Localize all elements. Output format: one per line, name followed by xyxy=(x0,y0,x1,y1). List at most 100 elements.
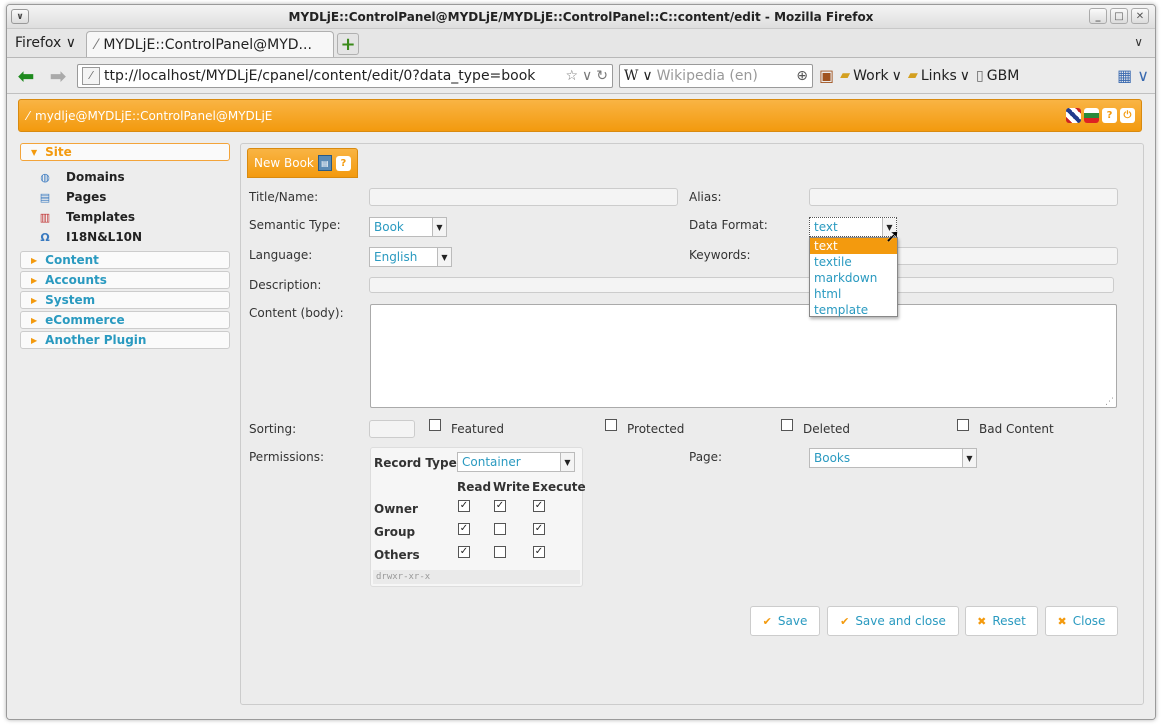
bookmark-star-icon[interactable]: ☆ xyxy=(565,68,578,84)
sidebar: ▼ Site ◍ Domains ▤ Pages ▥ Templates Ω I… xyxy=(20,143,230,351)
search-bar[interactable]: W ∨ Wikipedia (en) ⊕ xyxy=(619,63,813,88)
language-select[interactable]: English ▼ xyxy=(369,247,452,267)
app-header-title: mydlje@MYDLjE::ControlPanel@MYDLjE xyxy=(35,108,273,123)
group-row-label: Group xyxy=(374,525,416,539)
logout-icon[interactable]: ⏻ xyxy=(1120,108,1135,123)
search-go-icon[interactable]: ⊕ xyxy=(796,68,808,84)
x-icon: ✖ xyxy=(1057,614,1067,628)
edit-form: Title/Name: Alias: Semantic Type: Book ▼… xyxy=(244,164,1126,640)
resize-grip-icon[interactable]: ⋰ xyxy=(1105,397,1114,407)
bookmark-work[interactable]: ▰ Work ∨ xyxy=(840,68,902,84)
featured-checkbox[interactable] xyxy=(429,419,441,431)
data-format-dropdown: text textile markdown html template xyxy=(809,237,898,317)
owner-execute-checkbox[interactable]: ✓ xyxy=(533,500,545,512)
expanded-triangle-icon: ▼ xyxy=(31,147,38,157)
description-input[interactable] xyxy=(369,277,1114,293)
collapsed-triangle-icon: ▶ xyxy=(31,315,38,325)
page-label: Page: xyxy=(689,450,723,464)
maximize-button[interactable]: □ xyxy=(1110,8,1128,24)
write-column-header: Write xyxy=(493,480,530,494)
bookmark-links[interactable]: ▰ Links ∨ xyxy=(908,68,970,84)
sidebar-item-pages[interactable]: ▤ Pages xyxy=(38,187,230,207)
sidebar-section-ecommerce[interactable]: ▶ eCommerce xyxy=(20,311,230,329)
close-window-button[interactable]: ✕ xyxy=(1131,8,1149,24)
treasure-chest-icon[interactable]: ▣ xyxy=(819,66,834,85)
others-row-label: Others xyxy=(374,548,420,562)
title-label: Title/Name: xyxy=(249,190,319,204)
close-button[interactable]: ✖ Close xyxy=(1045,606,1118,636)
firefox-menu[interactable]: Firefox ∨ xyxy=(11,35,82,57)
collapsed-triangle-icon: ▶ xyxy=(31,275,38,285)
group-write-checkbox[interactable] xyxy=(494,523,506,535)
content-textarea[interactable]: ⋰ xyxy=(370,304,1117,408)
permissions-box: Record Type Container ▼ Read Write Execu… xyxy=(370,447,586,587)
others-write-checkbox[interactable] xyxy=(494,546,506,558)
owner-read-checkbox[interactable]: ✓ xyxy=(458,500,470,512)
wikipedia-icon[interactable]: W xyxy=(624,68,638,84)
sidebar-item-templates[interactable]: ▥ Templates xyxy=(38,207,230,227)
reload-icon[interactable]: ↻ xyxy=(596,68,608,84)
chevron-down-icon: ▼ xyxy=(432,218,446,236)
others-read-checkbox[interactable]: ✓ xyxy=(458,546,470,558)
new-tab-button[interactable]: + xyxy=(337,33,360,55)
save-button[interactable]: ✔ Save xyxy=(750,606,820,636)
sidebar-section-system[interactable]: ▶ System xyxy=(20,291,230,309)
protected-checkbox[interactable] xyxy=(605,419,617,431)
semantic-type-label: Semantic Type: xyxy=(249,218,341,232)
sidebar-section-another-plugin[interactable]: ▶ Another Plugin xyxy=(20,331,230,349)
check-icon: ✔ xyxy=(762,614,772,628)
sorting-input[interactable] xyxy=(369,420,415,438)
bad-content-checkbox[interactable] xyxy=(957,419,969,431)
chevron-down-icon: ▼ xyxy=(962,449,976,467)
owner-write-checkbox[interactable]: ✓ xyxy=(494,500,506,512)
bookmark-gbm[interactable]: ▯ GBM xyxy=(976,68,1019,84)
content-label: Content (body): xyxy=(249,306,344,320)
window-menu-button[interactable]: ∨ xyxy=(11,9,29,24)
bulgarian-flag-icon[interactable] xyxy=(1084,108,1099,123)
read-column-header: Read xyxy=(457,480,492,494)
browser-tab[interactable]: ⁄ MYDLjE::ControlPanel@MYD... xyxy=(86,31,335,57)
sidebar-item-domains[interactable]: ◍ Domains xyxy=(38,167,230,187)
group-execute-checkbox[interactable]: ✓ xyxy=(533,523,545,535)
group-read-checkbox[interactable]: ✓ xyxy=(458,523,470,535)
search-input[interactable]: Wikipedia (en) xyxy=(657,68,758,84)
collapsed-triangle-icon: ▶ xyxy=(31,255,38,265)
protected-label: Protected xyxy=(627,422,685,436)
help-icon[interactable]: ? xyxy=(1102,108,1117,123)
alias-input[interactable] xyxy=(809,188,1118,206)
search-engine-chevron-icon[interactable]: ∨ xyxy=(642,68,652,84)
data-format-select[interactable]: text ▼ xyxy=(809,217,897,237)
others-execute-checkbox[interactable]: ✓ xyxy=(533,546,545,558)
navigation-bar: ⬅ ➡ ⁄ ttp://localhost/MYDLjE/cpanel/cont… xyxy=(7,58,1155,94)
forward-arrow-icon[interactable]: ➡ xyxy=(45,64,71,88)
browser-window: ∨ MYDLjE::ControlPanel@MYDLjE/MYDLjE::Co… xyxy=(6,4,1156,720)
history-dropdown-icon[interactable]: ∨ xyxy=(582,68,592,84)
tab-list-chevron-icon[interactable]: ∨ xyxy=(1134,35,1143,49)
feather-logo-icon: ⁄ xyxy=(27,108,30,123)
option-markdown[interactable]: markdown xyxy=(810,270,897,286)
page-select[interactable]: Books ▼ xyxy=(809,448,977,468)
url-bar[interactable]: ⁄ ttp://localhost/MYDLjE/cpanel/content/… xyxy=(77,63,613,88)
sidebar-section-content[interactable]: ▶ Content xyxy=(20,251,230,269)
reset-button[interactable]: ✖ Reset xyxy=(965,606,1038,636)
english-flag-icon[interactable] xyxy=(1066,108,1081,123)
deleted-checkbox[interactable] xyxy=(781,419,793,431)
save-and-close-button[interactable]: ✔ Save and close xyxy=(827,606,959,636)
option-textile[interactable]: textile xyxy=(810,254,897,270)
option-text[interactable]: text xyxy=(810,238,897,254)
check-icon: ✔ xyxy=(840,614,850,628)
page-viewport: ⁄ mydlje@MYDLjE::ControlPanel@MYDLjE ? ⏻… xyxy=(7,95,1155,719)
minimize-button[interactable]: _ xyxy=(1089,8,1107,24)
sidebar-section-accounts[interactable]: ▶ Accounts xyxy=(20,271,230,289)
record-type-select[interactable]: Container ▼ xyxy=(457,452,575,472)
site-identity-icon[interactable]: ⁄ xyxy=(82,66,100,85)
semantic-type-select[interactable]: Book ▼ xyxy=(369,217,447,237)
sidebar-section-site[interactable]: ▼ Site xyxy=(20,143,230,161)
option-html[interactable]: html xyxy=(810,286,897,302)
sidebar-item-i18n[interactable]: Ω I18N&L10N xyxy=(38,227,230,247)
option-template[interactable]: template xyxy=(810,302,897,318)
title-input[interactable] xyxy=(369,188,678,206)
addon-button-icon[interactable]: ▦ ∨ xyxy=(1117,66,1149,85)
back-arrow-icon[interactable]: ⬅ xyxy=(13,64,39,88)
bad-content-label: Bad Content xyxy=(979,422,1054,436)
